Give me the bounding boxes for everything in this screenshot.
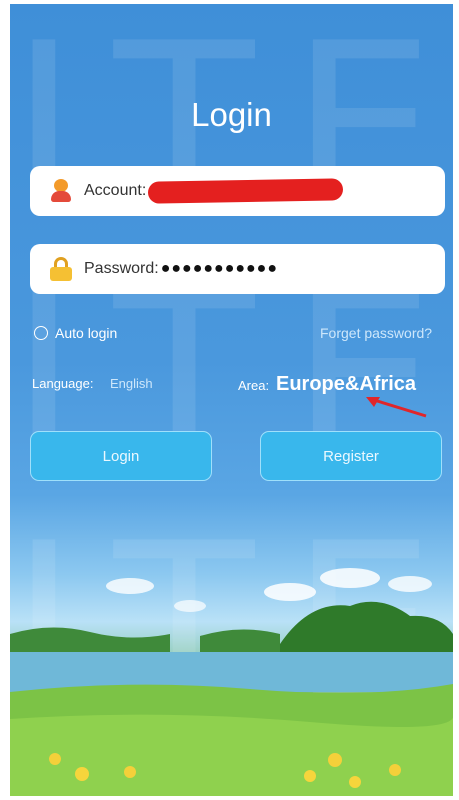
user-icon xyxy=(50,179,72,203)
lock-icon xyxy=(50,257,72,281)
auto-login-label[interactable]: Auto login xyxy=(55,325,117,341)
login-button[interactable]: Login xyxy=(30,431,212,481)
landscape-background xyxy=(10,568,453,796)
login-screen: ITEC ITEC ITEC Login Account: Password: … xyxy=(10,4,453,796)
register-button[interactable]: Register xyxy=(260,431,442,481)
account-value-redaction xyxy=(148,178,344,204)
page-title: Login xyxy=(191,96,272,133)
area-value[interactable]: Europe&Africa xyxy=(276,373,416,396)
forget-password-link[interactable]: Forget password? xyxy=(320,325,432,341)
auto-login-radio-icon[interactable] xyxy=(34,326,48,340)
account-label: Account: xyxy=(84,182,147,199)
area-label: Area: xyxy=(238,378,270,393)
password-value: ●●●●●●●●●●● xyxy=(160,260,279,277)
language-label: Language: xyxy=(32,376,94,391)
language-value[interactable]: English xyxy=(110,376,153,391)
password-field[interactable]: Password: ●●●●●●●●●●● xyxy=(30,244,445,294)
arrow-annotation-icon xyxy=(366,397,427,418)
password-label: Password: xyxy=(84,260,159,277)
account-field[interactable]: Account: xyxy=(30,166,445,216)
